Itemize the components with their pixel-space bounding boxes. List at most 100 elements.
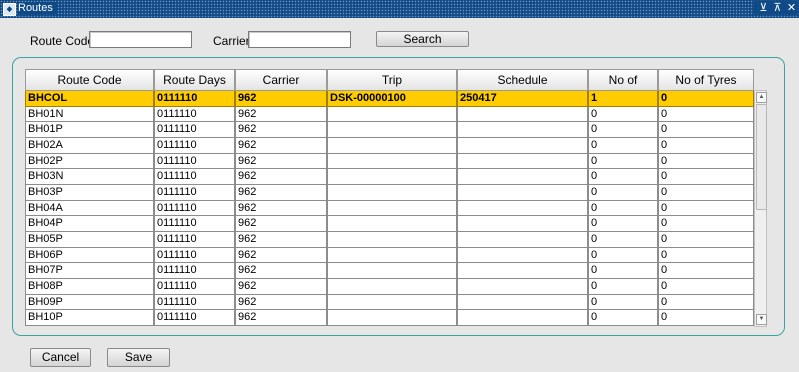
cell-trip[interactable]	[327, 310, 457, 326]
cell-trip[interactable]	[327, 263, 457, 279]
cell-trip[interactable]: DSK-00000100	[327, 91, 457, 107]
cell-trip[interactable]	[327, 184, 457, 201]
route-code-input[interactable]	[89, 31, 192, 48]
scroll-up-icon[interactable]: ▲	[756, 92, 767, 103]
cell-schedule[interactable]	[457, 216, 588, 232]
minimize-icon[interactable]: ⊻	[758, 1, 769, 14]
table-row[interactable]: BH10P 0111110 962 0 0	[25, 310, 754, 326]
cell-trip[interactable]	[327, 200, 457, 217]
cell-carrier[interactable]: 962	[235, 200, 327, 217]
cell-carrier[interactable]: 962	[235, 278, 327, 295]
table-row[interactable]: BH09P 0111110 962 0 0	[25, 294, 754, 311]
cell-carrier[interactable]: 962	[235, 216, 327, 232]
cell-carrier[interactable]: 962	[235, 247, 327, 264]
cell-route-code[interactable]: BH01N	[25, 106, 154, 123]
cell-trip[interactable]	[327, 231, 457, 248]
cell-route-days[interactable]: 0111110	[154, 153, 235, 170]
cell-schedule[interactable]	[457, 106, 588, 123]
cell-route-code[interactable]: BH03P	[25, 184, 154, 201]
header-col-trip[interactable]: Trip	[327, 69, 457, 91]
cell-schedule[interactable]	[457, 263, 588, 279]
cell-no-of-orders[interactable]: 1	[588, 91, 658, 107]
cell-carrier[interactable]: 962	[235, 106, 327, 123]
cell-route-days[interactable]: 0111110	[154, 247, 235, 264]
cell-schedule[interactable]	[457, 247, 588, 264]
header-col-no-of-tyres[interactable]: No of Tyres	[658, 69, 754, 91]
cell-trip[interactable]	[327, 216, 457, 232]
cell-route-days[interactable]: 0111110	[154, 91, 235, 107]
scroll-down-icon[interactable]: ▼	[756, 314, 767, 325]
cell-no-of-tyres[interactable]: 0	[658, 263, 754, 279]
cell-no-of-orders[interactable]: 0	[588, 169, 658, 185]
cell-route-days[interactable]: 0111110	[154, 184, 235, 201]
cell-no-of-orders[interactable]: 0	[588, 231, 658, 248]
carrier-input[interactable]	[248, 31, 351, 48]
header-col-route-code[interactable]: Route Code	[25, 69, 154, 91]
cell-route-days[interactable]: 0111110	[154, 278, 235, 295]
cell-trip[interactable]	[327, 278, 457, 295]
cell-schedule[interactable]: 250417	[457, 91, 588, 107]
cell-no-of-tyres[interactable]: 0	[658, 231, 754, 248]
cell-route-code[interactable]: BH08P	[25, 278, 154, 295]
header-col-no-of-orders[interactable]: No of Orders	[588, 69, 658, 107]
cell-route-code[interactable]: BH04P	[25, 216, 154, 232]
cell-no-of-tyres[interactable]: 0	[658, 200, 754, 217]
table-row[interactable]: BH04P 0111110 962 0 0	[25, 216, 754, 232]
cell-route-code[interactable]: BHCOL	[25, 91, 154, 107]
cell-no-of-orders[interactable]: 0	[588, 263, 658, 279]
table-row[interactable]: BH04A 0111110 962 0 0	[25, 200, 754, 217]
cell-route-code[interactable]: BH02A	[25, 137, 154, 154]
cell-route-code[interactable]: BH09P	[25, 294, 154, 311]
cell-no-of-tyres[interactable]: 0	[658, 169, 754, 185]
cell-schedule[interactable]	[457, 200, 588, 217]
cell-route-days[interactable]: 0111110	[154, 294, 235, 311]
table-row[interactable]: BH07P 0111110 962 0 0	[25, 263, 754, 279]
cell-schedule[interactable]	[457, 278, 588, 295]
cell-no-of-orders[interactable]: 0	[588, 247, 658, 264]
cell-carrier[interactable]: 962	[235, 122, 327, 138]
maximize-icon[interactable]: ⊼	[772, 1, 783, 14]
table-row[interactable]: BH02P 0111110 962 0 0	[25, 153, 754, 170]
cell-route-code[interactable]: BH10P	[25, 310, 154, 326]
cell-carrier[interactable]: 962	[235, 169, 327, 185]
table-row[interactable]: BH06P 0111110 962 0 0	[25, 247, 754, 264]
header-col-carrier[interactable]: Carrier	[235, 69, 327, 91]
header-col-route-days[interactable]: Route Days	[154, 69, 235, 91]
cell-no-of-orders[interactable]: 0	[588, 200, 658, 217]
table-row[interactable]: BH03N 0111110 962 0 0	[25, 169, 754, 185]
table-row[interactable]: BH02A 0111110 962 0 0	[25, 137, 754, 154]
cell-no-of-tyres[interactable]: 0	[658, 278, 754, 295]
cell-route-days[interactable]: 0111110	[154, 106, 235, 123]
cell-no-of-tyres[interactable]: 0	[658, 294, 754, 311]
table-row[interactable]: BH08P 0111110 962 0 0	[25, 278, 754, 295]
cell-route-days[interactable]: 0111110	[154, 310, 235, 326]
cell-no-of-tyres[interactable]: 0	[658, 184, 754, 201]
cell-no-of-orders[interactable]: 0	[588, 278, 658, 295]
scroll-thumb[interactable]	[756, 104, 767, 210]
cell-route-code[interactable]: BH06P	[25, 247, 154, 264]
header-col-schedule[interactable]: Schedule	[457, 69, 588, 91]
cell-no-of-orders[interactable]: 0	[588, 153, 658, 170]
cancel-button[interactable]: Cancel	[30, 348, 91, 367]
cell-schedule[interactable]	[457, 169, 588, 185]
cell-route-days[interactable]: 0111110	[154, 263, 235, 279]
cell-route-code[interactable]: BH05P	[25, 231, 154, 248]
cell-schedule[interactable]	[457, 231, 588, 248]
cell-trip[interactable]	[327, 247, 457, 264]
table-row[interactable]: BH01P 0111110 962 0 0	[25, 122, 754, 138]
cell-route-days[interactable]: 0111110	[154, 137, 235, 154]
cell-route-days[interactable]: 0111110	[154, 231, 235, 248]
cell-no-of-orders[interactable]: 0	[588, 310, 658, 326]
cell-no-of-tyres[interactable]: 0	[658, 153, 754, 170]
cell-carrier[interactable]: 962	[235, 91, 327, 107]
cell-carrier[interactable]: 962	[235, 294, 327, 311]
cell-route-days[interactable]: 0111110	[154, 216, 235, 232]
cell-route-code[interactable]: BH07P	[25, 263, 154, 279]
search-button[interactable]: Search	[376, 31, 469, 47]
cell-no-of-tyres[interactable]: 0	[658, 106, 754, 123]
vertical-scrollbar[interactable]: ▲ ▼	[754, 90, 767, 327]
cell-carrier[interactable]: 962	[235, 137, 327, 154]
cell-carrier[interactable]: 962	[235, 231, 327, 248]
cell-route-code[interactable]: BH04A	[25, 200, 154, 217]
cell-route-days[interactable]: 0111110	[154, 200, 235, 217]
